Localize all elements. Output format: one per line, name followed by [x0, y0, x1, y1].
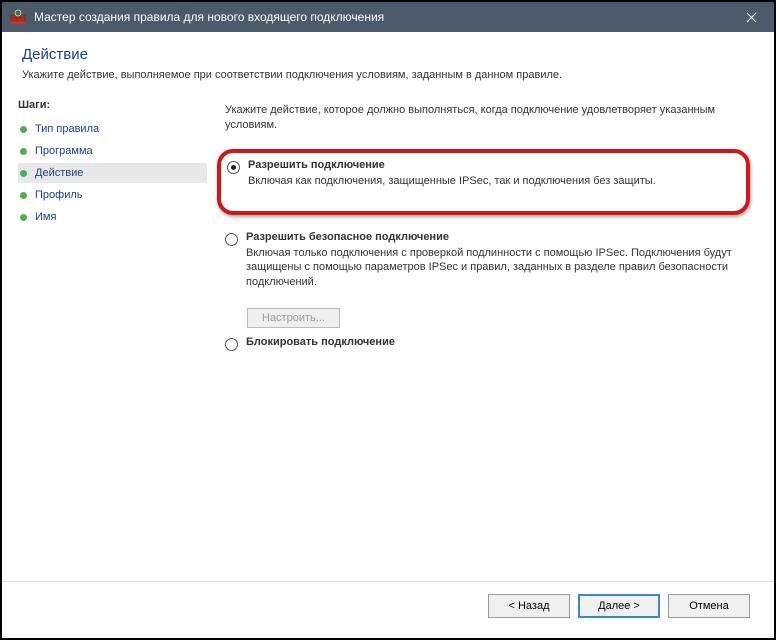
step-name[interactable]: Имя [18, 207, 207, 227]
step-dot-icon [20, 170, 27, 177]
step-rule-type[interactable]: Тип правила [18, 119, 207, 139]
radio-icon[interactable] [225, 338, 238, 351]
option-title: Разрешить подключение [248, 159, 656, 171]
wizard-content: Укажите действие, которое должно выполня… [207, 91, 774, 581]
option-block-connection[interactable]: Блокировать подключение [225, 336, 746, 354]
radio-icon[interactable] [225, 233, 238, 246]
next-button[interactable]: Далее > [578, 594, 660, 618]
option-allow-secure[interactable]: Разрешить безопасное подключение Включая… [225, 231, 746, 291]
option-title: Разрешить безопасное подключение [246, 231, 746, 243]
window-title: Мастер создания правила для нового входя… [34, 10, 384, 24]
close-button[interactable] [729, 2, 774, 32]
step-dot-icon [20, 214, 27, 221]
option-desc: Включая только подключения с проверкой п… [246, 246, 746, 291]
option-title: Блокировать подключение [246, 336, 395, 348]
wizard-header: Действие Укажите действие, выполняемое п… [2, 32, 774, 91]
step-label: Программа [35, 145, 93, 157]
annotation-highlight: Разрешить подключение Включая как подклю… [217, 149, 750, 215]
step-profile[interactable]: Профиль [18, 185, 207, 205]
page-subtitle: Укажите действие, выполняемое при соотве… [22, 69, 754, 81]
step-label: Профиль [35, 189, 83, 201]
titlebar[interactable]: Мастер создания правила для нового входя… [2, 2, 774, 32]
configure-button: Настроить... [247, 308, 340, 328]
steps-sidebar: Шаги: Тип правила Программа Действие Про… [2, 91, 207, 581]
radio-icon[interactable] [227, 161, 240, 174]
cancel-button[interactable]: Отмена [668, 594, 750, 618]
back-button[interactable]: < Назад [488, 594, 570, 618]
step-label: Тип правила [35, 123, 99, 135]
option-allow-connection[interactable]: Разрешить подключение Включая как подклю… [227, 159, 736, 189]
step-action[interactable]: Действие [18, 163, 207, 183]
step-dot-icon [20, 126, 27, 133]
option-desc: Включая как подключения, защищенные IPSe… [248, 174, 656, 189]
content-intro: Укажите действие, которое должно выполня… [225, 103, 746, 133]
step-label: Имя [35, 211, 56, 223]
step-dot-icon [20, 148, 27, 155]
firewall-icon [10, 9, 26, 25]
step-dot-icon [20, 192, 27, 199]
steps-header: Шаги: [18, 99, 207, 111]
page-title: Действие [22, 46, 754, 63]
wizard-footer: < Назад Далее > Отмена [2, 581, 774, 630]
step-label: Действие [35, 167, 83, 179]
step-program[interactable]: Программа [18, 141, 207, 161]
